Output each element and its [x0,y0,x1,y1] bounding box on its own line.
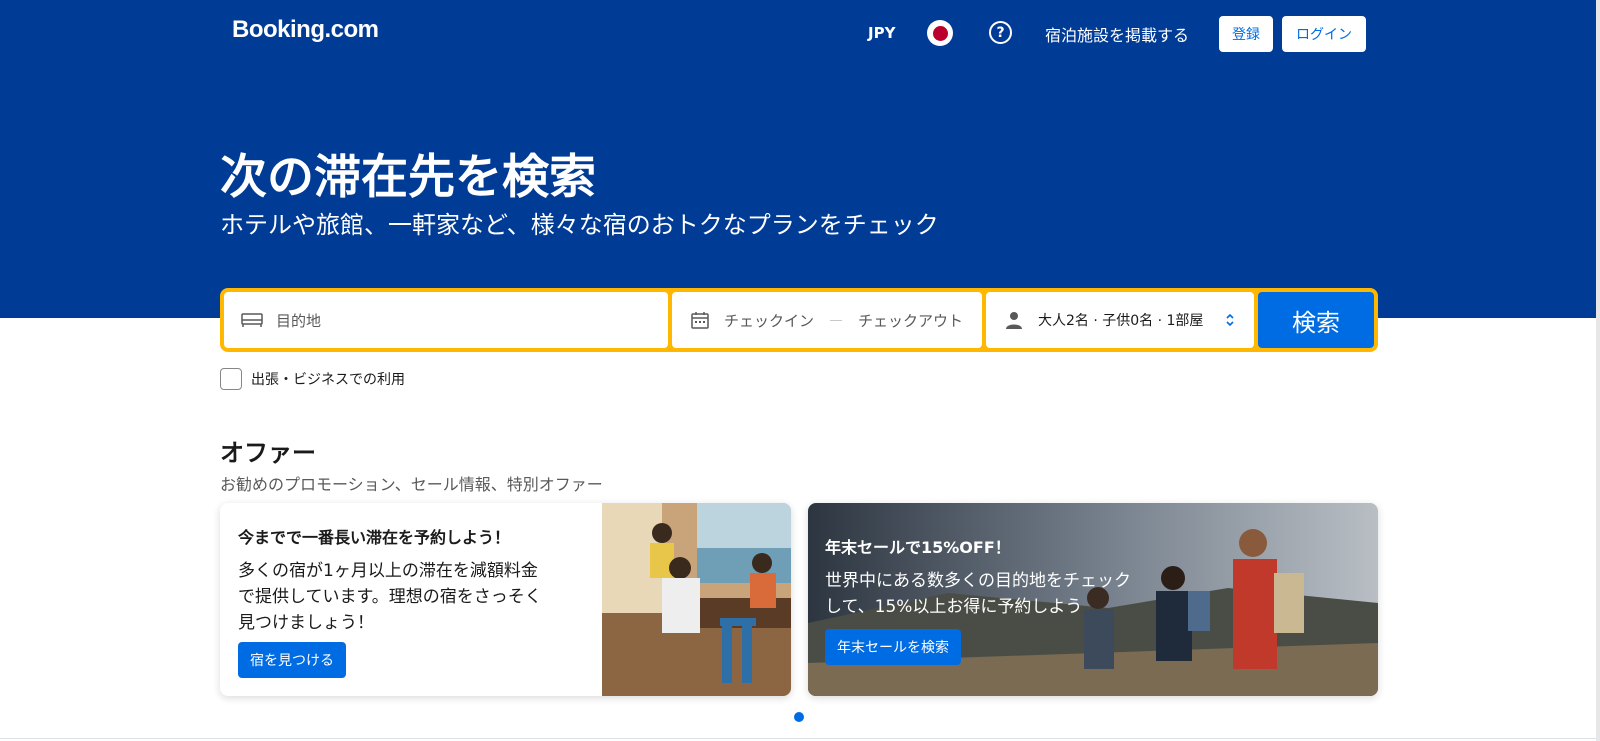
offer-card-body-line: して、15%以上お得に予約しよう [825,597,1083,617]
offer-card-body-line: 世界中にある数多くの目的地をチェック [825,571,1131,591]
language-flag-icon[interactable] [927,20,953,46]
bed-icon [240,308,264,332]
chevron-updown-icon[interactable] [1225,313,1235,327]
offer-card-body-line: で提供しています。理想の宿をさっそく [238,587,542,607]
flag-circle [932,25,948,41]
offer-photo-family [602,503,791,696]
offer-card-body-line: 見つけましょう！ [238,613,374,633]
list-property-link[interactable]: 宿泊施設を掲載する [1045,22,1189,46]
top-navigation: Booking.com JPY ? 宿泊施設を掲載する 登録 ログイン [0,0,1600,66]
date-field[interactable]: チェックイン チェックアウト [672,292,982,348]
offer-card-year-end-sale[interactable]: 年末セールで15%OFF！ 世界中にある数多くの目的地をチェック して、15%以… [808,503,1378,696]
guests-field[interactable]: 大人2名 · 子供0名 · 1部屋 [986,292,1254,348]
offer-card-content: 年末セールで15%OFF！ 世界中にある数多くの目的地をチェック して、15%以… [825,534,1165,620]
find-stay-button[interactable]: 宿を見つける [238,642,346,678]
currency-selector[interactable]: JPY [868,24,895,42]
login-button[interactable]: ログイン [1282,16,1366,52]
business-travel-label: 出張・ビジネスでの利用 [251,372,405,388]
page: Booking.com JPY ? 宿泊施設を掲載する 登録 ログイン 次の滞在… [0,0,1600,741]
destination-field[interactable]: 目的地 [224,292,668,348]
offer-card-long-stay[interactable]: 今までで一番長い滞在を予約しよう！ 多くの宿が1ヶ月以上の滞在を減額料金 で提供… [220,503,791,696]
offer-card-body: 多くの宿が1ヶ月以上の滞在を減額料金 で提供しています。理想の宿をさっそく 見つ… [238,558,578,636]
offer-card-title: 今までで一番長い滞在を予約しよう！ [238,528,511,547]
date-separator [830,319,843,321]
offers-title: オファー [220,439,316,467]
help-icon[interactable]: ? [989,21,1012,44]
offer-card-title: 年末セールで15%OFF！ [825,538,1011,557]
hero-subtitle: ホテルや旅館、一軒家など、様々な宿のおトクなプランをチェック [220,211,939,239]
checkin-date[interactable]: チェックイン [724,310,814,331]
offers-subtitle: お勧めのプロモーション、セール情報、特別オファー [220,475,603,494]
scrollbar[interactable] [1596,0,1600,741]
destination-input[interactable]: 目的地 [276,310,321,331]
offer-card-body-line: 多くの宿が1ヶ月以上の滞在を減額料金 [238,561,538,581]
hero-title: 次の滞在先を検索 [220,150,596,205]
checkbox[interactable] [220,368,242,390]
offer-card-content: 今までで一番長い滞在を予約しよう！ 多くの宿が1ヶ月以上の滞在を減額料金 で提供… [238,524,578,636]
checkout-date[interactable]: チェックアウト [858,310,963,331]
guests-summary[interactable]: 大人2名 · 子供0名 · 1部屋 [1038,310,1203,330]
booking-logo[interactable]: Booking.com [232,16,379,44]
search-bar: 目的地 チェックイン チェックアウト 大人2名 · 子供0名 · 1部屋 検索 [220,288,1378,352]
carousel-dot[interactable] [794,712,804,722]
divider [0,738,1600,739]
calendar-icon [688,308,712,332]
offer-card-body: 世界中にある数多くの目的地をチェック して、15%以上お得に予約しよう [825,568,1165,620]
search-button[interactable]: 検索 [1258,292,1374,348]
business-travel-checkbox[interactable]: 出張・ビジネスでの利用 [220,368,405,390]
register-button[interactable]: 登録 [1219,16,1273,52]
year-end-sale-button[interactable]: 年末セールを検索 [825,629,961,665]
person-icon [1002,308,1026,332]
